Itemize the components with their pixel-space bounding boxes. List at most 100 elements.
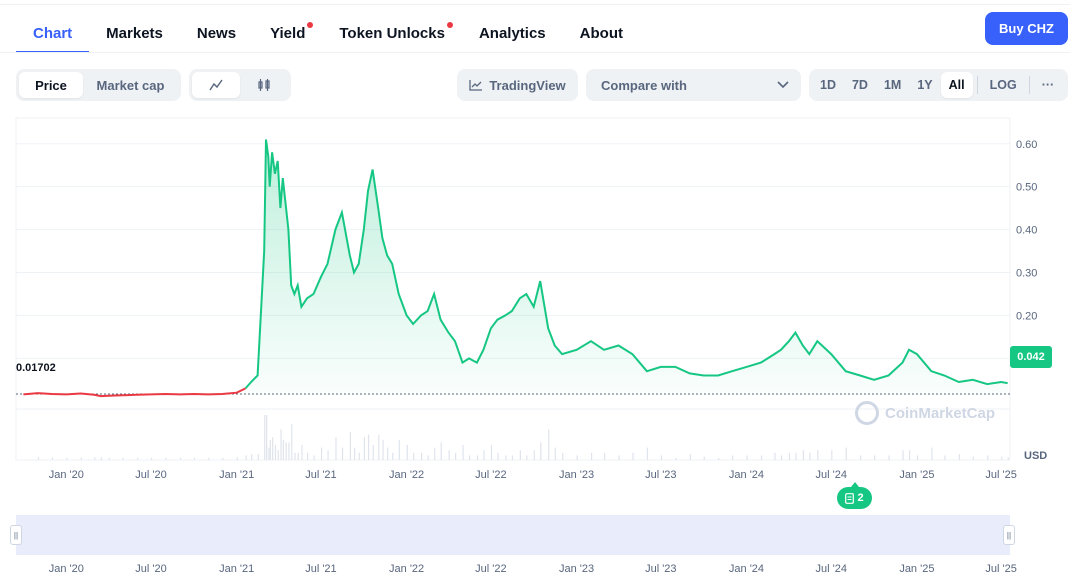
line-chart-button[interactable] (192, 72, 240, 98)
tab-label: Token Unlocks (339, 25, 445, 42)
tab-markets[interactable]: Markets (89, 25, 180, 52)
volume-bar (282, 439, 284, 460)
volume-bar (902, 450, 904, 460)
price-line-below (23, 387, 246, 398)
navigator-tick-label: Jul '21 (305, 563, 336, 575)
volume-bar (382, 439, 384, 460)
volume-bar (1001, 456, 1003, 460)
price-chart[interactable]: 0.100.200.300.400.500.60 Jan '20Jul '20J… (0, 110, 1070, 580)
y-tick-label: 0.30 (1016, 268, 1037, 280)
candlestick-button[interactable] (240, 72, 288, 98)
volume-bar (874, 455, 876, 460)
tab-chart[interactable]: Chart (16, 25, 90, 53)
range-all[interactable]: All (940, 72, 973, 98)
volume-bar (1007, 457, 1009, 460)
volume-bar (732, 455, 734, 460)
price-option[interactable]: Price (19, 72, 83, 98)
volume-bar (462, 445, 464, 460)
volume-bar (795, 452, 797, 460)
volume-bar (264, 415, 266, 460)
x-tick-label: Jan '22 (389, 469, 424, 481)
y-tick-label: 0.60 (1016, 139, 1037, 151)
x-tick-label: Jan '23 (559, 469, 594, 481)
volume-bar (576, 455, 578, 460)
metric-toggle: Price Market cap (16, 69, 181, 101)
volume-bar (358, 452, 360, 460)
range-navigator[interactable] (16, 515, 1010, 555)
volume-bar (497, 452, 499, 460)
volume-bar (483, 450, 485, 460)
tab-label: Analytics (478, 25, 546, 42)
volume-bar (297, 452, 299, 460)
x-tick-label: Jan '21 (219, 469, 254, 481)
volume-bar (251, 454, 253, 460)
candlestick-icon (258, 79, 270, 91)
news-marker[interactable]: 2 (837, 482, 872, 509)
volume-bar (987, 455, 989, 460)
tab-analytics[interactable]: Analytics (462, 25, 563, 52)
volume-bar (66, 457, 68, 460)
tradingview-button[interactable]: TradingView (457, 69, 578, 101)
more-options-button[interactable]: ··· (1034, 72, 1063, 98)
tab-token-unlocks[interactable]: Token Unlocks (322, 22, 462, 52)
range-1y[interactable]: 1Y (909, 72, 940, 98)
watermark-text: CoinMarketCap (885, 404, 996, 422)
navigator-tick-label: Jul '22 (475, 563, 506, 575)
volume-bar (80, 457, 82, 460)
volume-bar (341, 447, 344, 460)
range-1m[interactable]: 1M (876, 72, 909, 98)
volume-bar (562, 452, 564, 460)
x-tick-label: Jul '24 (815, 469, 846, 481)
tab-news[interactable]: News (180, 25, 253, 52)
volume-bar (406, 445, 408, 460)
volume-bar (888, 455, 890, 460)
navigator-right-handle[interactable]: || (1003, 525, 1015, 545)
navigator-tick-label: Jul '20 (135, 563, 166, 575)
volume-bar (245, 455, 247, 460)
volume-bar (354, 447, 356, 460)
volume-bar (277, 450, 279, 460)
market-cap-option[interactable]: Market cap (83, 72, 178, 98)
volume-bar (780, 455, 783, 460)
volume-bar (809, 452, 811, 460)
current-price-tag: 0.042 (1010, 346, 1052, 368)
navigator-tick-label: Jan '25 (899, 563, 934, 575)
news-count: 2 (857, 492, 864, 504)
volume-bar (689, 454, 691, 460)
volume-bar (179, 457, 182, 460)
volume-bar (511, 455, 514, 460)
range-7d[interactable]: 7D (844, 72, 876, 98)
volume-bar (455, 452, 457, 460)
navigator-tick-label: Jul '24 (815, 563, 846, 575)
buy-button[interactable]: Buy CHZ (985, 12, 1068, 45)
tab-label: Markets (106, 25, 163, 42)
line-chart-icon (209, 79, 223, 91)
volume-bar (427, 455, 429, 460)
volume-bar (269, 439, 271, 460)
volume-bar (372, 445, 374, 460)
navigator-left-handle[interactable]: || (10, 525, 22, 545)
volume-bar (387, 447, 389, 460)
volume-bar (802, 450, 805, 460)
navigator-tick-label: Jul '25 (985, 563, 1016, 575)
volume-bar (860, 455, 862, 460)
tab-yield[interactable]: Yield (253, 22, 322, 52)
volume-bar (165, 457, 167, 460)
volume-bar (533, 450, 535, 460)
tab-label: Chart (33, 25, 73, 42)
volume-bar (434, 447, 436, 460)
document-icon (845, 492, 855, 504)
volume-bar (363, 437, 365, 460)
reference-price-label: 0.01702 (16, 362, 56, 374)
volume-bar (137, 457, 139, 460)
x-tick-label: Jan '25 (899, 469, 934, 481)
chart-type-toggle (189, 69, 291, 101)
volume-bar (540, 442, 542, 460)
volume-bar (193, 457, 196, 460)
tab-about[interactable]: About (563, 25, 640, 52)
compare-with-dropdown[interactable]: Compare with (586, 69, 801, 101)
volume-bar (774, 452, 776, 460)
volume-bar (703, 456, 705, 460)
log-scale-toggle[interactable]: LOG (982, 72, 1025, 98)
range-1d[interactable]: 1D (812, 72, 844, 98)
